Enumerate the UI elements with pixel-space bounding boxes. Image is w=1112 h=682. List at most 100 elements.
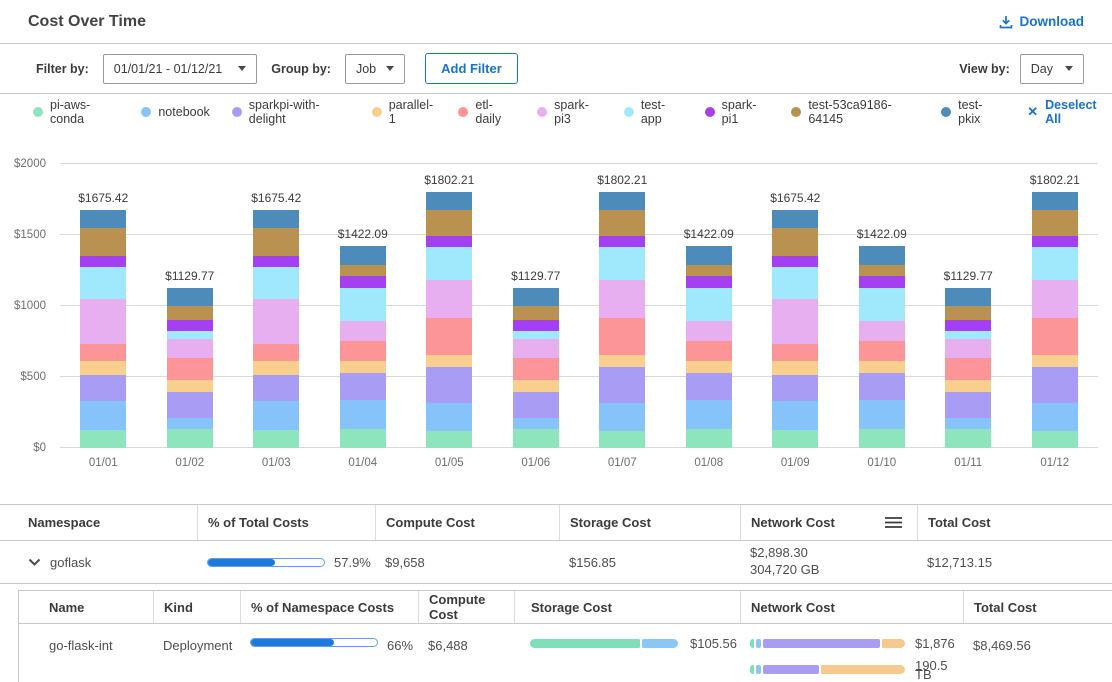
bar-segment (763, 639, 879, 648)
chart-bar-01/06[interactable]: $1129.77 (493, 164, 580, 448)
legend-item-test-pkix[interactable]: test-pkix (941, 98, 1001, 126)
x-axis-tick-label: 01/09 (752, 457, 839, 474)
chart-bar-01/09[interactable]: $1675.42 (752, 164, 839, 448)
bar-segment-spark-pi3 (426, 280, 472, 318)
chart-bar-01/08[interactable]: $1422.09 (666, 164, 753, 448)
chart-bar-01/07[interactable]: $1802.21 (579, 164, 666, 448)
col-header-total[interactable]: Total Cost (963, 591, 1112, 623)
bar-total-label: $1675.42 (251, 191, 301, 205)
chart-bar-01/12[interactable]: $1802.21 (1012, 164, 1099, 448)
bar-segment-sparkpi-with-delight (167, 392, 213, 418)
bar-segment-sparkpi-with-delight (80, 375, 126, 402)
col-header-storage[interactable]: Storage Cost (514, 591, 740, 623)
chart-bar-01/02[interactable]: $1129.77 (147, 164, 234, 448)
x-axis-tick-label: 01/05 (406, 457, 493, 474)
network-cost-cell: $2,898.30 304,720 GB (740, 541, 917, 583)
cost-over-time-panel: Cost Over Time Download Filter by: 01/01… (0, 0, 1112, 682)
network-cost-value: $1,876 (915, 638, 955, 648)
bar-segment-parallel-1 (426, 355, 472, 367)
close-icon: ✕ (1027, 104, 1038, 120)
chart-bar-01/01[interactable]: $1675.42 (60, 164, 147, 448)
chart-bar-01/05[interactable]: $1802.21 (406, 164, 493, 448)
legend-item-pi-aws-conda[interactable]: pi-aws-conda (33, 98, 119, 126)
bar-segment (756, 665, 761, 674)
legend-item-test-app[interactable]: test-app (624, 98, 683, 126)
chart-bar-01/03[interactable]: $1675.42 (233, 164, 320, 448)
col-header-network[interactable]: Network Cost (740, 591, 963, 623)
network-usage-value: 190.5 TB (915, 660, 963, 679)
col-header-network[interactable]: Network Cost (740, 505, 917, 540)
bar-stack (340, 246, 386, 448)
x-axis-tick-label: 01/03 (233, 457, 320, 474)
y-axis-tick-label: $1000 (0, 300, 46, 312)
legend-label: test-53ca9186-64145 (808, 98, 919, 126)
namespace-cell[interactable]: goflask (16, 541, 197, 583)
legend-label: test-pkix (958, 98, 1001, 126)
bar-segment-pi-aws-conda (253, 430, 299, 448)
legend-item-test-53ca9186-64145[interactable]: test-53ca9186-64145 (791, 98, 919, 126)
y-axis-tick-label: $1500 (0, 229, 46, 241)
x-axis-tick-label: 01/08 (666, 457, 753, 474)
col-header-compute[interactable]: Compute Cost (375, 505, 559, 540)
pct-namespace-progress-bar (250, 638, 378, 647)
col-header-pct-total[interactable]: % of Total Costs (197, 505, 375, 540)
bar-segment-spark-pi1 (340, 276, 386, 288)
x-axis-tick-label: 01/02 (147, 457, 234, 474)
bar-segment-test-53ca9186-64145 (859, 265, 905, 277)
chart-bar-01/11[interactable]: $1129.77 (925, 164, 1012, 448)
bar-total-label: $1129.77 (511, 269, 560, 283)
col-header-storage[interactable]: Storage Cost (559, 505, 740, 540)
view-by-select[interactable]: Day (1020, 54, 1084, 84)
col-header-total[interactable]: Total Cost (917, 505, 1096, 540)
bar-segment-test-app (945, 331, 991, 339)
bar-segment-test-53ca9186-64145 (513, 306, 559, 320)
column-menu-icon[interactable] (884, 516, 903, 529)
bar-segment-notebook (772, 401, 818, 430)
download-button[interactable]: Download (999, 14, 1085, 29)
bar-segment-test-app (340, 288, 386, 322)
deselect-all-button[interactable]: ✕ Deselect All (1027, 98, 1112, 126)
bar-segment-notebook (513, 418, 559, 429)
chart-legend: pi-aws-conda notebook sparkpi-with-delight… (0, 94, 1112, 130)
col-header-kind[interactable]: Kind (153, 591, 240, 623)
cost-over-time-chart: $0$500$1000$1500$2000$1675.42$1129.77$16… (60, 164, 1098, 474)
bar-segment-spark-pi1 (772, 256, 818, 267)
table-row-goflask[interactable]: goflask 57.9% $9,658 $156.85 $2,898.30 3… (0, 541, 1112, 584)
col-header-name[interactable]: Name (19, 591, 153, 623)
chart-bar-01/04[interactable]: $1422.09 (320, 164, 407, 448)
legend-dot (141, 107, 151, 117)
legend-item-spark-pi3[interactable]: spark-pi3 (537, 98, 602, 126)
table-row-go-flask-int[interactable]: go-flask-int Deployment 66% $6,488 $105.… (19, 624, 1112, 682)
bar-stack (253, 210, 299, 448)
add-filter-button[interactable]: Add Filter (425, 53, 518, 84)
col-header-pct-namespace[interactable]: % of Namespace Costs (240, 591, 418, 623)
chart-bar-01/10[interactable]: $1422.09 (839, 164, 926, 448)
bar-segment-test-53ca9186-64145 (945, 306, 991, 320)
bar-segment-test-app (167, 331, 213, 339)
col-header-compute[interactable]: Compute Cost (418, 591, 514, 623)
bar-stack (945, 288, 991, 448)
bar-total-label: $1802.21 (424, 173, 474, 187)
bar-segment-sparkpi-with-delight (1032, 367, 1078, 403)
bar-segment-test-53ca9186-64145 (1032, 210, 1078, 236)
storage-cost-cell: $156.85 (559, 541, 740, 583)
bar-segment-pi-aws-conda (80, 430, 126, 448)
bar-segment-parallel-1 (253, 361, 299, 375)
bar-segment-pi-aws-conda (426, 431, 472, 448)
legend-item-spark-pi1[interactable]: spark-pi1 (705, 98, 770, 126)
group-by-label: Group by: (271, 62, 331, 76)
bar-segment-pi-aws-conda (167, 429, 213, 448)
legend-dot (537, 107, 547, 117)
bar-segment-parallel-1 (686, 361, 732, 373)
legend-item-parallel-1[interactable]: parallel-1 (372, 98, 437, 126)
col-header-namespace[interactable]: Namespace (16, 505, 197, 540)
legend-item-notebook[interactable]: notebook (141, 105, 209, 119)
legend-item-etl-daily[interactable]: etl-daily (458, 98, 515, 126)
legend-item-sparkpi-with-delight[interactable]: sparkpi-with-delight (232, 98, 350, 126)
bar-segment-spark-pi3 (340, 321, 386, 341)
group-by-select[interactable]: Job (345, 54, 405, 84)
chevron-down-icon[interactable] (28, 558, 41, 567)
bar-segment-spark-pi1 (167, 320, 213, 331)
date-range-select[interactable]: 01/01/21 - 01/12/21 (103, 54, 257, 84)
bar-segment-parallel-1 (599, 355, 645, 367)
